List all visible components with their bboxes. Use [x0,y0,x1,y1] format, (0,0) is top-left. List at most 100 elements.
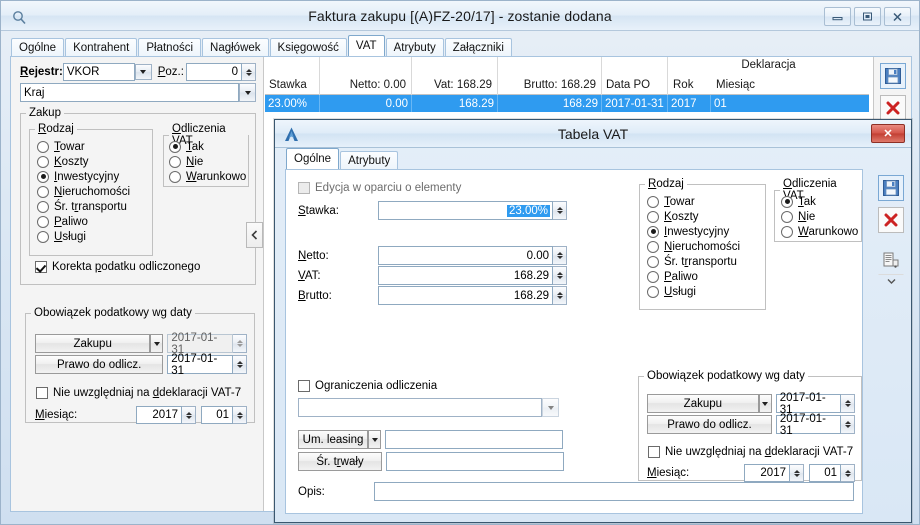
collapse-left-arrow-icon[interactable] [246,222,263,248]
miesiac-rok-field[interactable]: 2017 [136,406,182,424]
tab-zalaczniki[interactable]: Załączniki [445,38,512,56]
dialog-prawo-button[interactable]: Prawo do odlicz. [647,415,772,434]
dialog-zakupu-date-stepper[interactable] [841,394,855,413]
um-leasing-dropdown-icon[interactable] [368,430,381,449]
dialog-radio-koszty[interactable]: Koszty [647,209,765,224]
netto-input[interactable]: 0.00 [378,246,553,265]
tab-kontrahent[interactable]: Kontrahent [65,38,137,56]
vat-stepper[interactable] [553,266,567,285]
stawka-input[interactable]: 23.00% [378,201,553,220]
dialog-zakupu-date-field[interactable]: 2017-01-31 [776,394,841,413]
dropdown-arrow-icon[interactable] [878,274,904,288]
dialog-miesiac-rok-field[interactable]: 2017 [744,464,790,482]
maximize-button[interactable] [854,7,881,26]
miesiac-rok-stepper[interactable] [182,406,196,424]
radio-nie[interactable]: Nie [169,154,247,169]
dialog-radio-paliwo[interactable]: Paliwo [647,269,765,284]
tab-atrybuty[interactable]: Atrybuty [386,38,444,56]
edycja-checkbox[interactable]: Edycja w oparciu o elementy [298,182,461,194]
main-window-title: Faktura zakupu [(A)FZ-20/17] - zostanie … [1,8,919,24]
dialog-radio-warunkowo[interactable]: Warunkowo [781,224,861,239]
poz-input[interactable]: 0 [186,63,242,81]
brutto-input[interactable]: 168.29 [378,286,553,305]
dialog-miesiac-mc-stepper[interactable] [841,464,855,482]
miesiac-mc-stepper[interactable] [233,406,247,424]
table-row[interactable]: 23.00% 0.00 168.29 168.29 2017-01-31 201… [265,95,869,112]
ograniczenia-combo[interactable] [298,398,559,417]
dialog-radio-uslugi[interactable]: Usługi [647,284,765,299]
poz-stepper[interactable] [242,63,256,81]
dialog-zakupu-button[interactable]: Zakupu [647,394,759,413]
prawo-do-odlicz-button[interactable]: Prawo do odlicz. [35,355,163,374]
stawka-stepper[interactable] [553,201,567,220]
close-button[interactable] [884,7,911,26]
dialog-prawo-date-stepper[interactable] [841,415,855,434]
um-leasing-input[interactable] [385,430,563,449]
tab-vat[interactable]: VAT [348,35,385,56]
dialog-zakupu-dropdown-icon[interactable] [759,394,772,413]
radio-towar[interactable]: Towar [37,139,149,154]
print-icon[interactable] [878,247,904,273]
sr-trwaly-button[interactable]: Śr. trwały [298,452,382,471]
miesiac-mc-field[interactable]: 01 [201,406,233,424]
sr-trwaly-input[interactable] [386,452,564,471]
um-leasing-button[interactable]: Um. leasing [298,430,368,449]
chevron-down-icon[interactable] [542,398,559,417]
brutto-stepper[interactable] [553,286,567,305]
netto-stepper[interactable] [553,246,567,265]
minimize-button[interactable] [824,7,851,26]
tab-platnosci[interactable]: Płatności [138,38,201,56]
dialog-miesiac-rok-stepper[interactable] [790,464,804,482]
radio-sr-transportu[interactable]: Śr. trransportu [37,199,149,214]
delete-red-x-icon[interactable] [880,95,906,121]
tab-ogolne[interactable]: Ogólne [11,38,64,56]
tab-ksiegowosc[interactable]: Księgowość [270,38,347,56]
radio-inwestycyjny[interactable]: Inwestycyjny [37,169,149,184]
radio-label: aliwo [672,271,698,283]
radio-dot [647,241,659,253]
prawo-date-stepper[interactable] [233,355,247,374]
zakupu-dropdown-icon[interactable] [150,334,163,353]
save-icon[interactable] [878,175,904,201]
dialog-tab-atrybuty[interactable]: Atrybuty [340,151,398,169]
dialog-radio-towar[interactable]: Towar [647,194,765,209]
dialog-tab-ogolne[interactable]: Ogólne [286,148,339,169]
radio-paliwo[interactable]: Paliwo [37,214,149,229]
radio-warunkowo[interactable]: Warunkowo [169,169,247,184]
korekta-checkbox[interactable]: Korekta podatku odliczonego [35,261,200,273]
dialog-prawo-date-field[interactable]: 2017-01-31 [776,415,841,434]
kraj-combo[interactable]: Kraj [20,83,256,102]
zakupu-date-stepper[interactable] [233,334,247,353]
delete-red-x-icon[interactable] [878,207,904,233]
radio-uslugi[interactable]: Usługi [37,229,149,244]
radio-label: ie [194,156,203,168]
radio-dot [37,156,49,168]
prawo-date-field[interactable]: 2017-01-31 [167,355,233,374]
chevron-down-icon[interactable] [239,83,256,102]
rejestr-combo[interactable]: VKOR [63,63,135,81]
tab-label: Kontrahent [73,42,129,54]
chevron-down-icon[interactable] [135,64,152,80]
close-icon[interactable]: ✕ [871,124,905,143]
tab-naglowek[interactable]: Nagłówek [202,38,269,56]
save-icon[interactable] [880,63,906,89]
ograniczenia-checkbox[interactable]: Ograniczenia odliczenia [298,380,437,392]
dialog-nie-uwzgledniaj-checkbox[interactable]: Nie uwzględniaj na ddeklaracji VAT-7 [648,446,853,458]
zakupu-button-label: Zakupu [684,398,722,410]
dialog-miesiac-mc-field[interactable]: 01 [809,464,841,482]
radio-nieruchomosci[interactable]: Nieruchomości [37,184,149,199]
zakupu-date-field[interactable]: 2017-01-31 [167,334,233,353]
radio-koszty[interactable]: Koszty [37,154,149,169]
dialog-radio-sr-transportu[interactable]: Śr. trransportu [647,254,765,269]
vat-value: 168.29 [514,270,549,282]
opis-input[interactable] [374,482,854,501]
dialog-radio-nie[interactable]: Nie [781,209,861,224]
dialog-radio-inwestycyjny[interactable]: Inwestycyjny [647,224,765,239]
vat-input[interactable]: 168.29 [378,266,553,285]
dialog-radio-tak[interactable]: Tak [781,194,861,209]
radio-tak[interactable]: Tak [169,139,247,154]
nie-uwzgledniaj-checkbox[interactable]: Nie uwzględniaj na ddeklaracji VAT-7 [36,387,241,399]
zakupu-button[interactable]: Zakupu [35,334,150,353]
miesiac-mc-value: 01 [824,467,837,479]
dialog-radio-nieruchomosci[interactable]: Nieruchomości [647,239,765,254]
